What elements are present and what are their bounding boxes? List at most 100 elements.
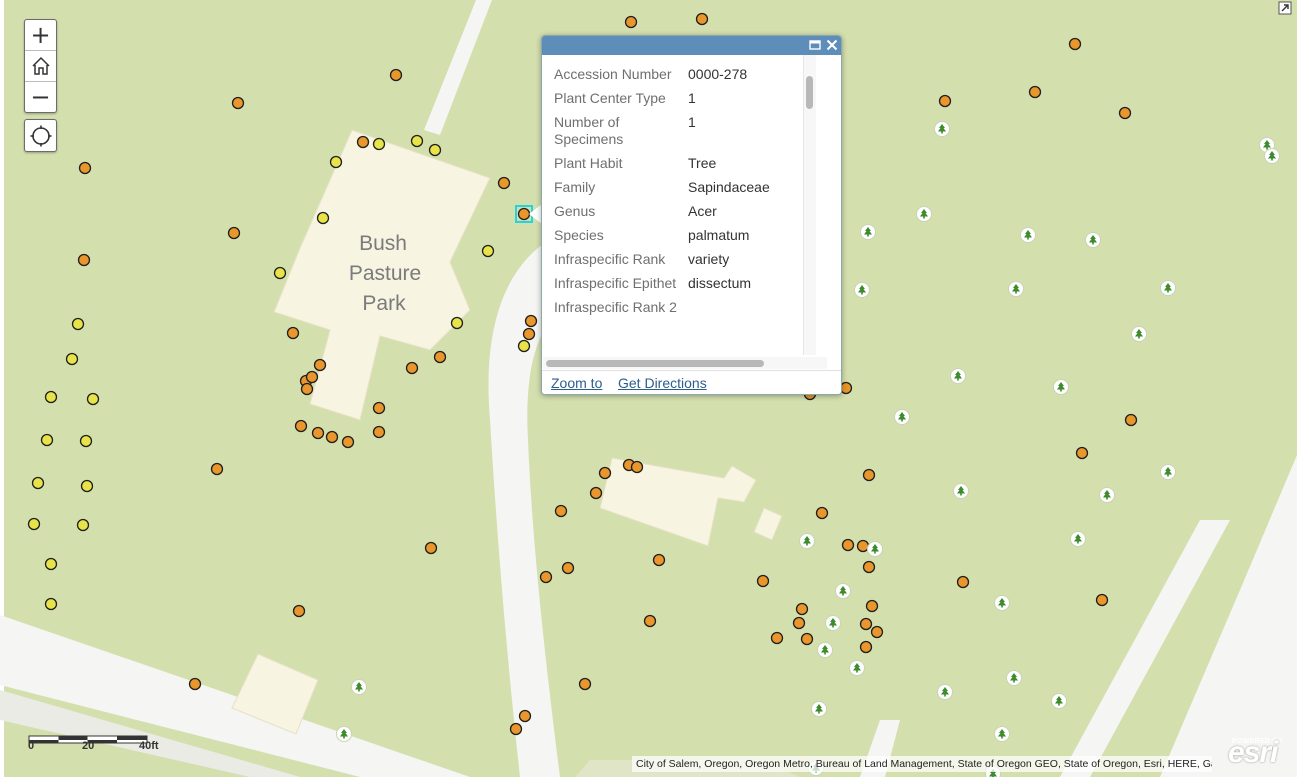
plant-marker-orange[interactable] xyxy=(815,506,829,520)
plant-marker-orange[interactable] xyxy=(286,326,300,340)
plant-marker-orange[interactable] xyxy=(578,677,592,691)
plant-marker-orange[interactable] xyxy=(770,631,784,645)
plant-marker-yellow[interactable] xyxy=(27,517,41,531)
plant-marker-yellow[interactable] xyxy=(481,244,495,258)
tree-marker[interactable] xyxy=(817,642,833,658)
plant-marker-orange[interactable] xyxy=(231,96,245,110)
plant-marker-orange[interactable] xyxy=(518,709,532,723)
tree-marker[interactable] xyxy=(867,541,883,557)
popup-horizontal-scroll-thumb[interactable] xyxy=(546,360,764,367)
plant-marker-orange[interactable] xyxy=(598,466,612,480)
home-button[interactable] xyxy=(25,51,56,82)
plant-marker-orange[interactable] xyxy=(311,426,325,440)
plant-marker-yellow[interactable] xyxy=(450,316,464,330)
tree-marker[interactable] xyxy=(950,368,966,384)
tree-marker[interactable] xyxy=(336,726,352,742)
plant-marker-orange[interactable] xyxy=(792,616,806,630)
plant-marker-orange[interactable] xyxy=(859,640,873,654)
plant-marker-orange[interactable] xyxy=(539,570,553,584)
plant-marker-orange[interactable] xyxy=(554,504,568,518)
plant-marker-orange[interactable] xyxy=(405,361,419,375)
tree-marker[interactable] xyxy=(854,282,870,298)
plant-marker-orange[interactable] xyxy=(1124,413,1138,427)
plant-marker-orange[interactable] xyxy=(643,614,657,628)
plant-marker-yellow[interactable] xyxy=(44,597,58,611)
close-button[interactable] xyxy=(825,38,839,52)
plant-marker-orange[interactable] xyxy=(78,161,92,175)
plant-marker-orange[interactable] xyxy=(956,575,970,589)
plant-marker-orange[interactable] xyxy=(497,176,511,190)
tree-marker[interactable] xyxy=(799,533,815,549)
plant-marker-orange[interactable] xyxy=(210,462,224,476)
plant-marker-orange[interactable] xyxy=(424,541,438,555)
maximize-button[interactable] xyxy=(808,38,822,52)
plant-marker-orange[interactable] xyxy=(522,327,536,341)
expand-icon[interactable] xyxy=(1278,1,1292,15)
plant-marker-orange[interactable] xyxy=(561,561,575,575)
plant-marker-orange[interactable] xyxy=(77,253,91,267)
tree-marker[interactable] xyxy=(351,679,367,695)
plant-marker-yellow[interactable] xyxy=(428,143,442,157)
plant-marker-orange[interactable] xyxy=(341,435,355,449)
tree-marker[interactable] xyxy=(994,726,1010,742)
tree-marker[interactable] xyxy=(934,121,950,137)
plant-marker-orange[interactable] xyxy=(624,15,638,29)
plant-marker-yellow[interactable] xyxy=(31,476,45,490)
tree-marker[interactable] xyxy=(916,206,932,222)
plant-marker-yellow[interactable] xyxy=(517,339,531,353)
tree-marker[interactable] xyxy=(849,660,865,676)
plant-marker-yellow[interactable] xyxy=(79,434,93,448)
tree-marker[interactable] xyxy=(994,595,1010,611)
tree-marker[interactable] xyxy=(1008,281,1024,297)
plant-marker-orange[interactable] xyxy=(695,12,709,26)
plant-marker-orange[interactable] xyxy=(372,425,386,439)
tree-marker[interactable] xyxy=(1131,326,1147,342)
plant-marker-orange[interactable] xyxy=(859,617,873,631)
plant-marker-orange[interactable] xyxy=(227,226,241,240)
plant-marker-yellow[interactable] xyxy=(410,134,424,148)
tree-marker[interactable] xyxy=(835,583,851,599)
popup-content[interactable]: Plant Center ID0000-278Accession Number0… xyxy=(542,55,828,369)
selected-marker-point[interactable] xyxy=(517,207,531,221)
plant-marker-orange[interactable] xyxy=(313,358,327,372)
plant-marker-orange[interactable] xyxy=(862,560,876,574)
tree-marker[interactable] xyxy=(1264,148,1280,164)
tree-marker[interactable] xyxy=(1020,227,1036,243)
plant-marker-orange[interactable] xyxy=(1095,593,1109,607)
plant-marker-orange[interactable] xyxy=(433,350,447,364)
plant-marker-orange[interactable] xyxy=(1075,446,1089,460)
plant-marker-yellow[interactable] xyxy=(372,137,386,151)
plant-marker-orange[interactable] xyxy=(795,602,809,616)
zoom-out-button[interactable]: − xyxy=(25,82,56,112)
plant-marker-orange[interactable] xyxy=(325,430,339,444)
plant-marker-orange[interactable] xyxy=(372,401,386,415)
locate-button[interactable] xyxy=(24,119,57,152)
plant-marker-orange[interactable] xyxy=(938,94,952,108)
plant-marker-orange[interactable] xyxy=(389,68,403,82)
tree-marker[interactable] xyxy=(1006,670,1022,686)
map-attribution[interactable]: City of Salem, Oregon, Oregon Metro, Bur… xyxy=(632,756,1212,772)
plant-marker-orange[interactable] xyxy=(841,538,855,552)
plant-marker-yellow[interactable] xyxy=(40,433,54,447)
plant-marker-yellow[interactable] xyxy=(76,518,90,532)
plant-marker-yellow[interactable] xyxy=(273,266,287,280)
tree-marker[interactable] xyxy=(1051,693,1067,709)
plant-marker-orange[interactable] xyxy=(305,370,319,384)
plant-marker-orange[interactable] xyxy=(865,599,879,613)
plant-marker-yellow[interactable] xyxy=(316,211,330,225)
plant-marker-yellow[interactable] xyxy=(44,557,58,571)
plant-marker-orange[interactable] xyxy=(862,468,876,482)
plant-marker-yellow[interactable] xyxy=(71,317,85,331)
plant-marker-orange[interactable] xyxy=(756,574,770,588)
get-directions-link[interactable]: Get Directions xyxy=(618,375,707,391)
plant-marker-orange[interactable] xyxy=(1118,106,1132,120)
plant-marker-orange[interactable] xyxy=(294,419,308,433)
zoom-in-button[interactable]: + xyxy=(25,20,56,51)
plant-marker-orange[interactable] xyxy=(630,460,644,474)
plant-marker-orange[interactable] xyxy=(589,486,603,500)
zoom-to-link[interactable]: Zoom to xyxy=(551,375,602,391)
plant-marker-orange[interactable] xyxy=(870,625,884,639)
plant-marker-yellow[interactable] xyxy=(86,392,100,406)
tree-marker[interactable] xyxy=(1160,464,1176,480)
plant-marker-orange[interactable] xyxy=(1068,37,1082,51)
